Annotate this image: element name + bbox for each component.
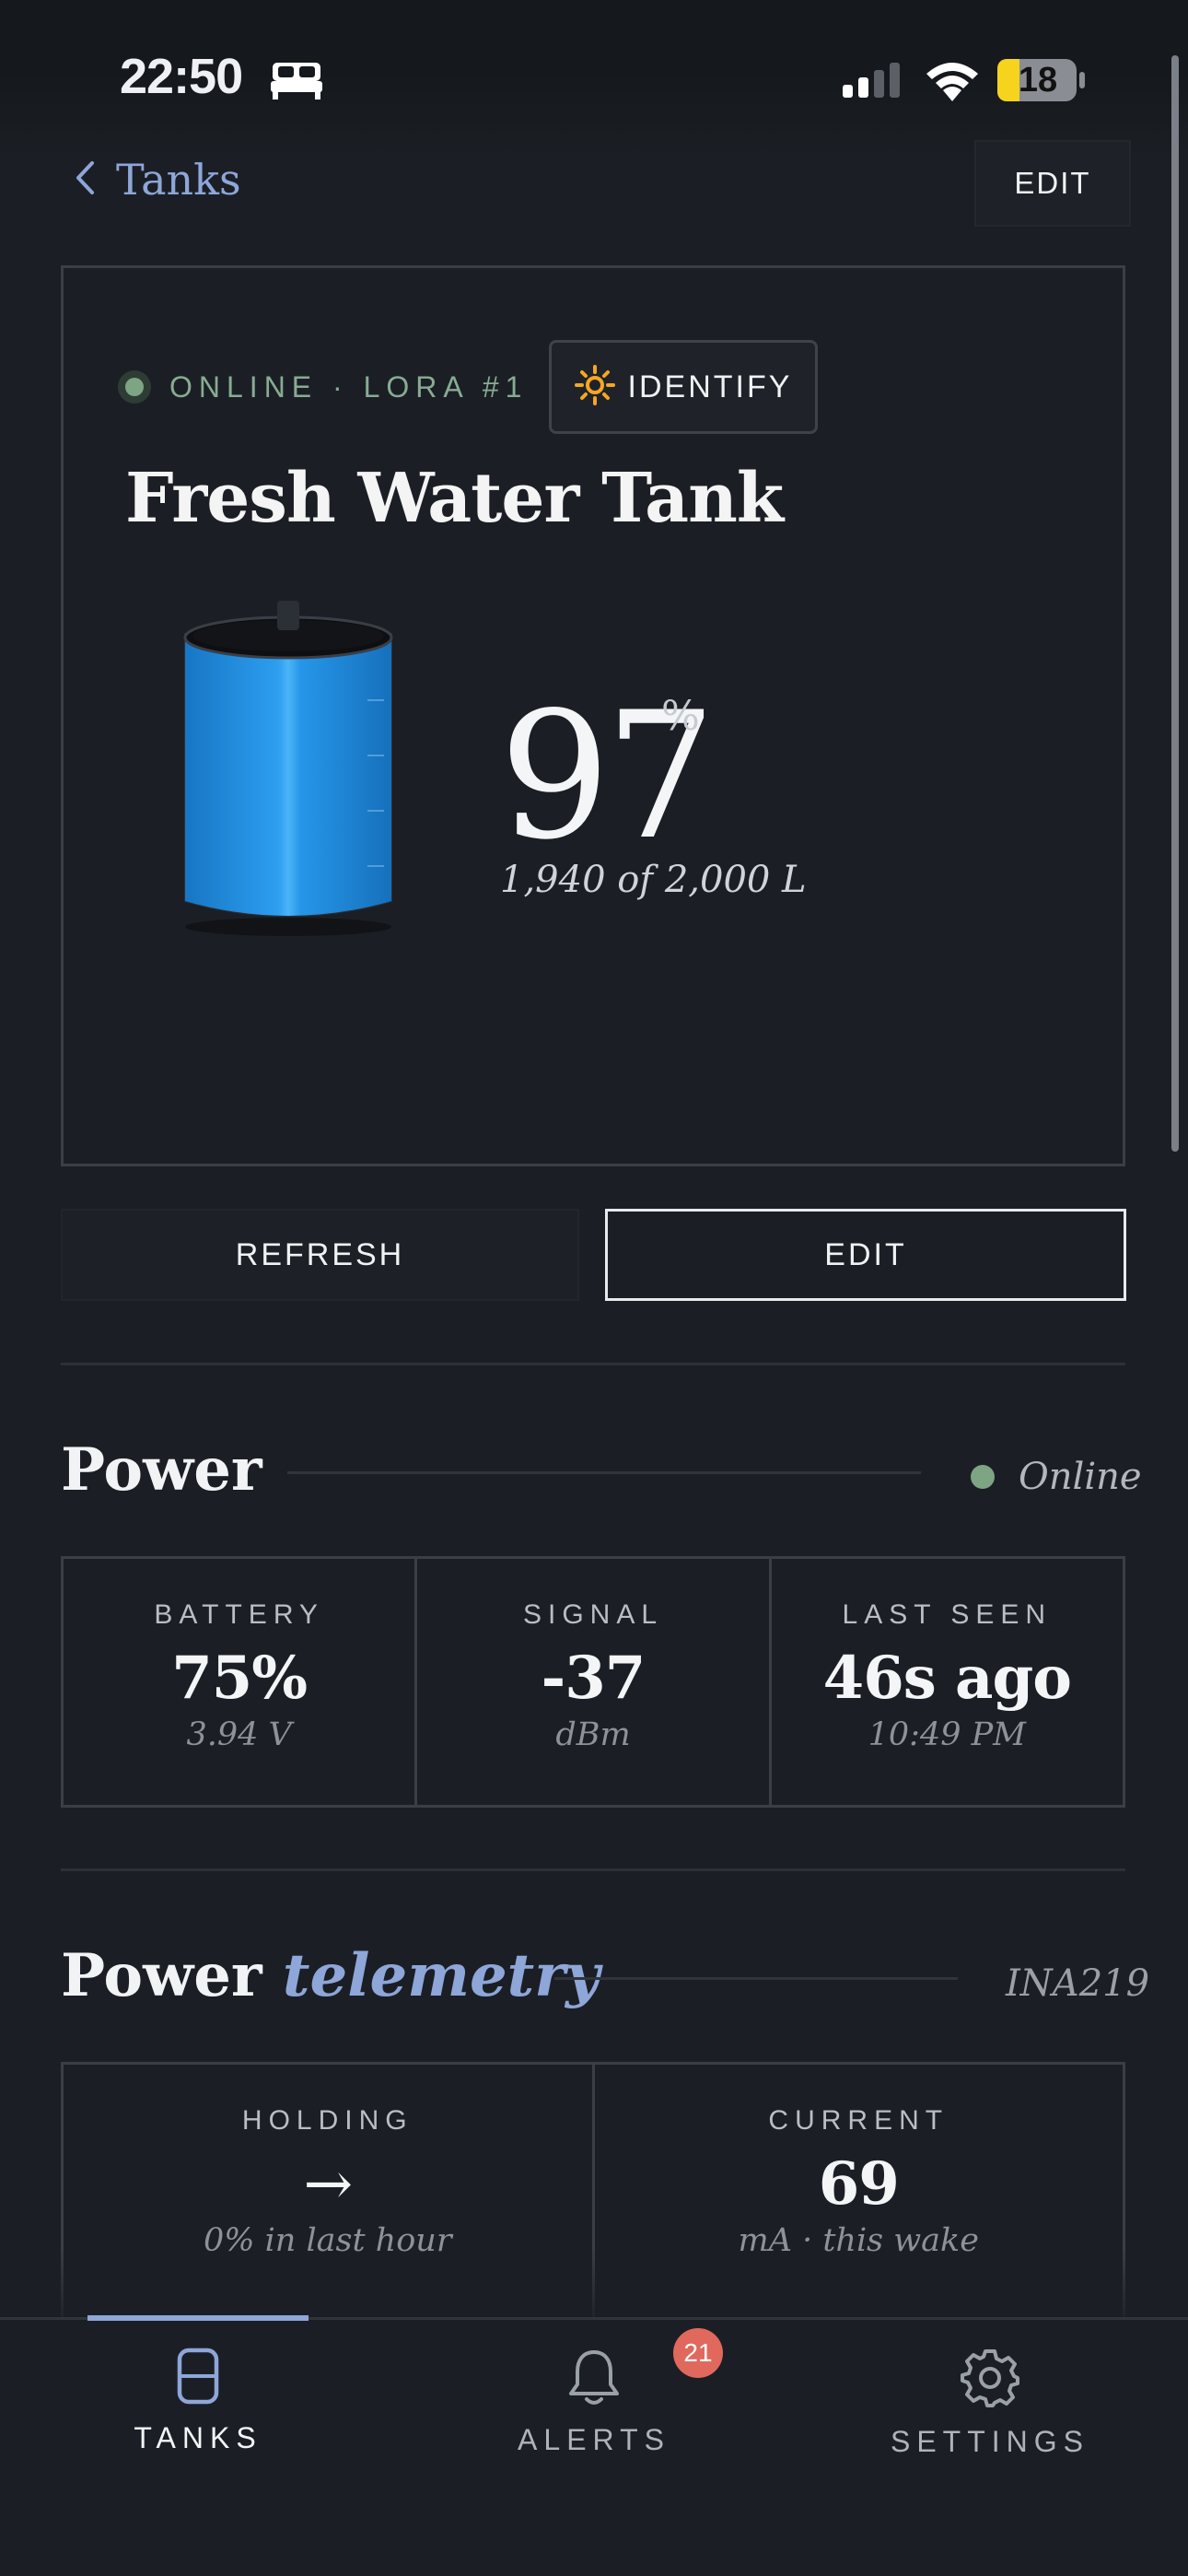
tab-alerts[interactable]: ALERTS [396,2320,792,2504]
tab-label: SETTINGS [890,2425,1089,2458]
tank-name: Fresh Water Tank [125,459,784,538]
tab-label: ALERTS [518,2423,670,2456]
back-label: Tanks [116,155,241,205]
tab-tanks[interactable]: TANKS [0,2320,396,2504]
online-status-text: ONLINE · LORA #1 [169,369,529,404]
scrollbar[interactable] [1171,55,1179,1152]
stat-label: HOLDING [241,2105,413,2136]
gear-icon [792,2348,1188,2408]
status-dot-icon [971,1465,995,1489]
battery-level: 18 [1018,61,1058,100]
tank-volume: 1,940 of 2,000 L [500,859,807,901]
telemetry-title-main: Power [61,1941,262,2010]
title-rule [287,1471,921,1474]
stat-value: -37 [541,1644,646,1713]
status-time: 22:50 [120,49,243,104]
sun-icon [574,364,615,410]
stat-label: CURRENT [768,2105,949,2136]
trend-arrow-icon: → [303,2150,353,2219]
stat-label: LAST SEEN [842,1599,1053,1630]
stat-value: 69 [818,2149,900,2219]
identify-button[interactable]: IDENTIFY [549,340,818,434]
battery-stat: BATTERY 75% 3.94 V [64,1559,418,1805]
section-divider [61,1363,1125,1365]
nav-edit-button[interactable]: EDIT [974,140,1131,227]
wifi-icon [923,59,982,106]
tank-level-unit: % [661,693,700,740]
alerts-badge: 21 [673,2328,723,2378]
bell-icon [396,2348,792,2406]
stat-sub: 10:49 PM [868,1716,1027,1753]
telemetry-title-accent: telemetry [282,1941,600,2010]
title-rule [554,1977,958,1980]
last-seen-stat: LAST SEEN 46s ago 10:49 PM [772,1559,1123,1805]
power-section-title: Power [61,1435,262,1505]
online-status: ONLINE · LORA #1 [116,367,528,407]
sensor-chip-label: INA219 [1006,1962,1150,2005]
tab-settings[interactable]: SETTINGS [792,2320,1188,2504]
stat-label: SIGNAL [522,1599,664,1630]
stat-value: 46s ago [822,1644,1072,1713]
refresh-button[interactable]: REFRESH [61,1209,579,1301]
signal-stat: SIGNAL -37 dBm [417,1559,772,1805]
stat-label: BATTERY [154,1599,324,1630]
stat-sub: 3.94 V [186,1716,292,1753]
tank-level-graphic [180,599,401,944]
power-status-label: Online [1019,1456,1142,1498]
chevron-left-icon [74,159,96,201]
tank-icon [0,2348,396,2405]
online-dot-icon [125,378,144,396]
back-button[interactable]: Tanks [74,147,241,212]
power-status: Online [971,1456,1142,1498]
bed-icon [271,59,322,104]
stat-value: 75% [171,1644,308,1713]
cellular-signal-icon [843,63,903,104]
scroll-fade [55,2248,1133,2318]
section-divider [61,1868,1125,1871]
edit-button[interactable]: EDIT [605,1209,1126,1301]
power-stats: BATTERY 75% 3.94 V SIGNAL -37 dBm LAST S… [61,1556,1125,1808]
telemetry-section-title: Power telemetry [61,1941,600,2010]
tab-label: TANKS [134,2421,262,2454]
identify-label: IDENTIFY [627,369,793,404]
stat-sub: dBm [555,1716,631,1753]
